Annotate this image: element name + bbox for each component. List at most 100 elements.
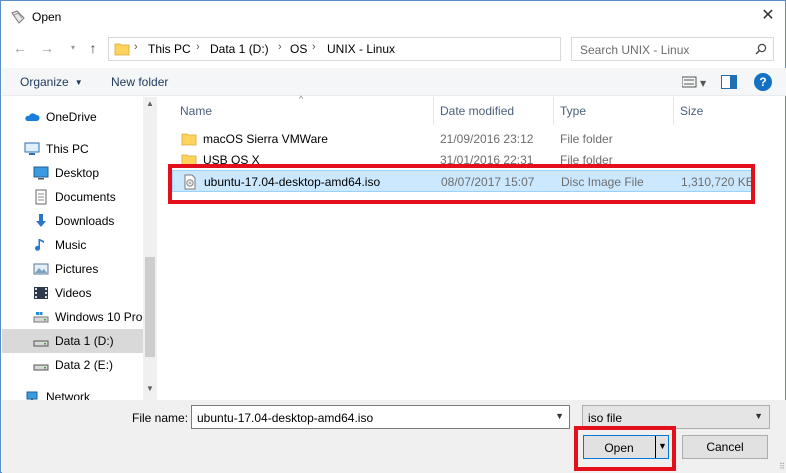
desktop-icon	[33, 166, 49, 180]
download-icon	[36, 214, 46, 227]
search-icon[interactable]	[755, 43, 767, 55]
chevron-right-icon[interactable]: ›	[278, 41, 282, 53]
cancel-button[interactable]: Cancel	[682, 435, 768, 459]
videos-icon	[34, 287, 48, 299]
drive-icon	[33, 364, 49, 371]
search-input[interactable]: Search UNIX - Linux	[571, 37, 774, 61]
file-row-ubuntu-iso[interactable]: ubuntu-17.04-desktop-amd64.iso 08/07/201…	[172, 170, 754, 192]
chevron-right-icon[interactable]: ›	[312, 41, 316, 53]
sidebar-item-this-pc[interactable]: This PC	[2, 137, 143, 161]
open-button[interactable]: Open ▼	[583, 435, 669, 459]
preview-pane-icon[interactable]	[721, 75, 737, 89]
column-divider[interactable]	[553, 97, 554, 125]
scrollbar-thumb[interactable]	[145, 257, 155, 357]
file-name-label: File name:	[132, 411, 189, 425]
sidebar-item-videos[interactable]: Videos	[2, 281, 143, 305]
sidebar-item-music[interactable]: Music	[2, 233, 143, 257]
column-divider[interactable]	[433, 97, 434, 125]
organize-button[interactable]: Organize ▼	[20, 75, 83, 89]
open-options-dropdown-icon[interactable]: ▼	[658, 441, 667, 451]
sidebar-item-label: Windows 10 Pro	[55, 310, 143, 324]
title-bar: Open ✕	[1, 1, 785, 32]
breadcrumb-this-pc[interactable]: This PC	[148, 42, 191, 56]
chevron-right-icon[interactable]: ›	[134, 41, 138, 53]
file-name-field[interactable]: ubuntu-17.04-desktop-amd64.iso ▼	[191, 405, 570, 429]
sidebar-item-data-1[interactable]: Data 1 (D:)	[2, 329, 143, 353]
open-button-label: Open	[604, 441, 634, 455]
file-size: 1,310,720 KB	[681, 175, 754, 189]
chevron-down-icon[interactable]: ▼	[555, 411, 564, 421]
chevron-down-icon[interactable]: ▼	[754, 411, 763, 421]
new-folder-button[interactable]: New folder	[111, 75, 168, 89]
back-arrow-icon[interactable]: ←	[10, 38, 30, 58]
column-header-date[interactable]: Date modified	[440, 104, 514, 118]
sidebar-item-label: Data 2 (E:)	[55, 358, 114, 372]
sidebar-item-desktop[interactable]: Desktop	[2, 161, 143, 185]
file-row-usb-os-x[interactable]: USB OS X 31/01/2016 22:31 File folder	[172, 149, 752, 171]
open-dialog: Open ✕ ← → ▾ ↑ › This PC › Data 1 (D:) ›…	[0, 0, 786, 473]
column-divider[interactable]	[673, 97, 674, 125]
sidebar-item-label: Downloads	[55, 214, 115, 228]
pictures-icon	[33, 263, 49, 275]
help-icon[interactable]: ?	[754, 73, 772, 91]
cloud-icon	[25, 113, 40, 121]
sidebar-item-pictures[interactable]: Pictures	[2, 257, 143, 281]
navigation-pane-scrollbar[interactable]: ▲ ▼	[143, 97, 157, 400]
folder-icon	[181, 133, 197, 146]
breadcrumb-unix-linux[interactable]: UNIX - Linux	[327, 42, 395, 56]
computer-icon	[24, 142, 40, 155]
command-bar: Organize ▼ New folder ▼ ?	[2, 68, 786, 96]
sidebar-item-downloads[interactable]: Downloads	[2, 209, 143, 233]
breadcrumb-os[interactable]: OS	[290, 42, 307, 56]
resize-grip-icon[interactable]: ⠿	[779, 462, 785, 471]
network-icon	[26, 391, 38, 400]
sidebar-item-documents[interactable]: Documents	[2, 185, 143, 209]
column-header-name[interactable]: Name	[180, 104, 212, 118]
sidebar-item-label: Music	[55, 238, 87, 252]
column-header-type[interactable]: Type	[560, 104, 586, 118]
file-name: macOS Sierra VMWare	[203, 132, 328, 146]
column-header-size[interactable]: Size	[680, 104, 703, 118]
dialog-footer: File name: ubuntu-17.04-desktop-amd64.is…	[2, 400, 786, 473]
window-title: Open	[32, 10, 62, 24]
close-icon[interactable]: ✕	[757, 5, 779, 27]
address-bar[interactable]: › This PC › Data 1 (D:) › OS › UNIX - Li…	[108, 37, 661, 61]
file-type-filter-value: iso file	[588, 411, 623, 425]
sidebar-item-label: Documents	[55, 190, 116, 204]
search-placeholder: Search UNIX - Linux	[580, 43, 690, 57]
file-row-macos-sierra-vmware[interactable]: macOS Sierra VMWare 21/09/2016 23:12 Fil…	[172, 128, 752, 150]
chevron-right-icon[interactable]: ›	[196, 41, 200, 53]
split-divider	[655, 436, 656, 458]
file-type: Disc Image File	[561, 175, 644, 189]
file-type-filter-select[interactable]: iso file ▼	[582, 405, 770, 429]
sidebar-item-windows-10-pro[interactable]: Windows 10 Pro	[2, 305, 143, 329]
disc-image-icon	[184, 174, 196, 190]
sidebar-item-data-2[interactable]: Data 2 (E:)	[2, 353, 143, 377]
recent-dropdown-icon[interactable]: ▾	[63, 38, 83, 58]
sidebar-item-label: Data 1 (D:)	[55, 334, 114, 348]
documents-icon	[35, 189, 47, 205]
sidebar-item-label: Videos	[55, 286, 92, 300]
scroll-down-icon[interactable]: ▼	[146, 384, 154, 393]
file-date: 21/09/2016 23:12	[440, 132, 534, 146]
sidebar-item-onedrive[interactable]: OneDrive	[2, 105, 143, 129]
sidebar-item-label: OneDrive	[46, 110, 97, 124]
sidebar-item-network[interactable]: Network	[2, 385, 143, 400]
sort-ascending-icon: ^	[299, 94, 304, 104]
forward-arrow-icon[interactable]: →	[37, 38, 57, 58]
breadcrumb-data-1[interactable]: Data 1 (D:)	[210, 42, 269, 56]
sidebar-item-label: This PC	[46, 142, 89, 156]
file-type: File folder	[560, 153, 613, 167]
folder-icon	[181, 154, 197, 167]
drive-icon	[33, 312, 49, 323]
open-dialog-icon	[11, 10, 25, 24]
file-date: 31/01/2016 22:31	[440, 153, 534, 167]
sidebar-item-label: Network	[46, 390, 91, 400]
drive-icon	[33, 340, 49, 347]
music-icon	[35, 239, 44, 251]
file-name: USB OS X	[203, 153, 260, 167]
svg-text:▼: ▼	[700, 79, 707, 88]
scroll-up-icon[interactable]: ▲	[146, 99, 154, 108]
file-type: File folder	[560, 132, 613, 146]
up-arrow-icon[interactable]: ↑	[83, 38, 103, 58]
